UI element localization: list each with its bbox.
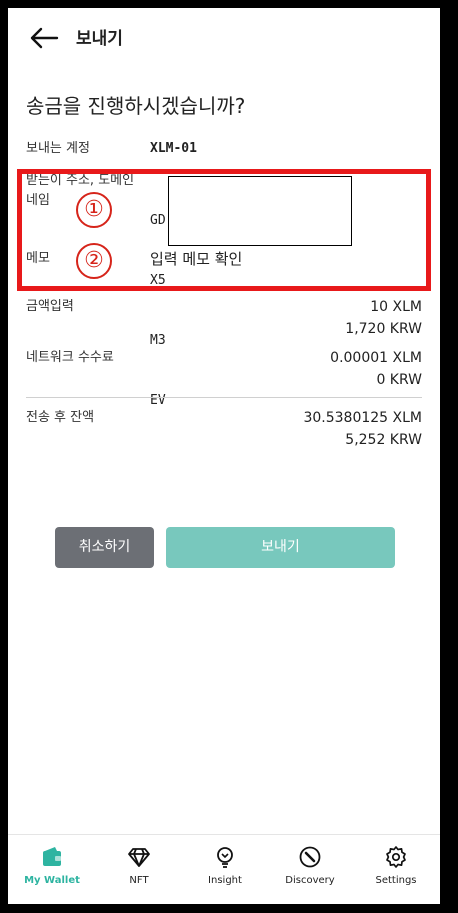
lightbulb-icon (217, 847, 233, 868)
account-label: 보내는 계정 (26, 141, 90, 156)
cancel-button[interactable]: 취소하기 (55, 527, 154, 568)
balance-krw: 5,252 KRW (345, 432, 422, 448)
nav-discovery[interactable]: Discovery (267, 845, 353, 886)
header: 보내기 (8, 8, 440, 66)
amount-label: 금액입력 (26, 299, 74, 314)
nav-label: Discovery (285, 875, 335, 886)
gear-icon (386, 846, 406, 868)
fee-label: 네트워크 수수료 (26, 350, 114, 365)
address-line: M3 (150, 333, 166, 348)
back-button[interactable] (30, 24, 60, 52)
nav-label: NFT (129, 875, 149, 886)
diamond-icon (128, 848, 150, 867)
nav-settings[interactable]: Settings (353, 845, 439, 886)
balance-xlm: 30.5380125 XLM (303, 410, 422, 426)
balance-label: 전송 후 잔액 (26, 410, 95, 425)
bottom-nav: My Wallet NFT Insight Discovery Settings (8, 834, 440, 904)
confirm-question: 송금을 진행하시겠습니까? (26, 94, 246, 118)
amount-xlm: 10 XLM (370, 299, 422, 315)
send-button[interactable]: 보내기 (166, 527, 395, 568)
fee-krw: 0 KRW (376, 372, 422, 388)
amount-krw: 1,720 KRW (345, 321, 422, 337)
compass-icon (299, 846, 321, 868)
highlight-annotation-box (17, 169, 431, 291)
nav-nft[interactable]: NFT (96, 845, 182, 886)
annotation-circle-2: ② (76, 243, 112, 279)
nav-label: Insight (208, 875, 242, 886)
page-title: 보내기 (76, 29, 123, 49)
account-value: XLM-01 (150, 141, 197, 156)
nav-label: Settings (375, 875, 417, 886)
nav-insight[interactable]: Insight (182, 845, 268, 886)
app-screen: 보내기 송금을 진행하시겠습니까? 보내는 계정 XLM-01 받는이 주소, … (8, 8, 440, 904)
nav-label: My Wallet (24, 875, 80, 886)
fee-xlm: 0.00001 XLM (330, 350, 422, 366)
address-line: EV (150, 393, 166, 408)
back-arrow-icon (30, 27, 59, 49)
divider (26, 397, 422, 398)
annotation-circle-1: ① (76, 192, 112, 228)
wallet-icon (43, 847, 61, 866)
nav-my-wallet[interactable]: My Wallet (9, 845, 95, 886)
